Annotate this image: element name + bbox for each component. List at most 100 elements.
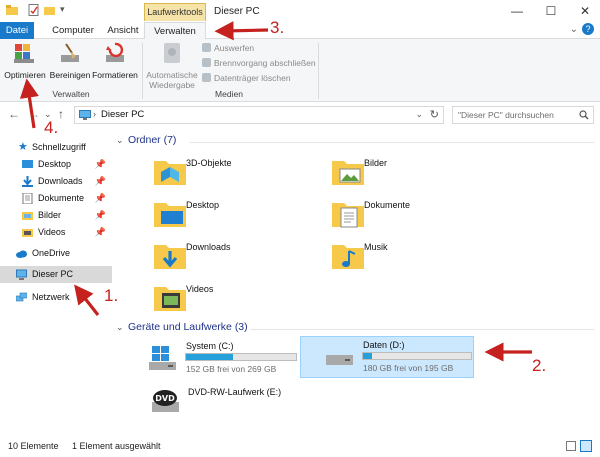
- computer-icon: [16, 269, 27, 280]
- tab-verwalten[interactable]: Verwalten: [144, 22, 206, 40]
- desktop-icon: [22, 160, 33, 168]
- formatieren-label: Formatieren: [92, 70, 138, 80]
- nav-item-netzwerk[interactable]: Netzwerk: [0, 289, 112, 306]
- nav-label: Dokumente: [38, 193, 85, 203]
- pin-icon[interactable]: 📌: [95, 207, 106, 224]
- nav-label: Desktop: [38, 159, 72, 169]
- nav-item-dokumente[interactable]: Dokumente 📌: [0, 190, 112, 207]
- nav-item-desktop[interactable]: Desktop 📌: [0, 156, 112, 173]
- cloud-icon: [16, 250, 27, 258]
- search-icon: [579, 110, 589, 120]
- help-icon[interactable]: ?: [582, 23, 594, 35]
- address-path: Dieser PC: [101, 109, 145, 120]
- auswerfen-label: Auswerfen: [214, 43, 255, 53]
- title-bar: ▾ Laufwerktools Dieser PC — ☐ ✕: [0, 0, 600, 22]
- autoplay-icon: [164, 43, 180, 63]
- folder-label: Desktop: [186, 200, 220, 210]
- brennvorgang-button[interactable]: Brennvorgang abschließen: [202, 57, 316, 70]
- address-dropdown-icon[interactable]: ⌄: [415, 109, 423, 120]
- auswerfen-button[interactable]: Auswerfen: [202, 42, 254, 55]
- star-icon: ★: [18, 141, 28, 153]
- properties-icon[interactable]: [28, 4, 40, 16]
- forward-icon[interactable]: →: [28, 107, 40, 121]
- desktop-folder-icon: [154, 203, 186, 227]
- folder-label: Videos: [186, 284, 214, 294]
- videos-folder-icon: [154, 287, 186, 311]
- nav-item-downloads[interactable]: Downloads 📌: [0, 173, 112, 190]
- nav-label: Videos: [38, 227, 66, 237]
- breadcrumb-chevron-icon[interactable]: ›: [93, 109, 96, 119]
- nav-item-onedrive[interactable]: OneDrive: [0, 245, 112, 262]
- tab-datei[interactable]: Datei: [0, 22, 34, 39]
- collapse-chevron-icon[interactable]: ⌄: [116, 322, 124, 333]
- autoplay-label-1: Automatische: [146, 70, 198, 80]
- folder-label: Downloads: [186, 242, 231, 252]
- ribbon-collapse-icon[interactable]: ⌄: [570, 24, 578, 35]
- drive-item[interactable]: DVD DVD-RW-Laufwerk (E:): [148, 384, 308, 424]
- burn-icon: [202, 58, 211, 67]
- downloads-folder-icon: [154, 245, 186, 269]
- window-title: Dieser PC: [214, 6, 260, 17]
- drive-free-space: 152 GB frei von 269 GB: [186, 364, 277, 374]
- nav-item-schnellzugriff[interactable]: ★ Schnellzugriff: [0, 139, 112, 156]
- folder-item[interactable]: Dokumente: [330, 195, 470, 235]
- collapse-chevron-icon[interactable]: ⌄: [116, 135, 124, 146]
- ribbon-separator: [318, 43, 319, 99]
- folder-item[interactable]: 3D-Objekte: [152, 153, 292, 193]
- folder-item[interactable]: Videos: [152, 279, 292, 319]
- context-tab-laufwerktools: Laufwerktools: [144, 3, 206, 21]
- close-button[interactable]: ✕: [570, 2, 600, 20]
- datentraeger-loeschen-button[interactable]: Datenträger löschen: [202, 72, 291, 85]
- section-divider: [250, 329, 594, 330]
- nav-item-dieser-pc[interactable]: Dieser PC: [0, 266, 112, 283]
- drive-usage-bar: [185, 353, 297, 361]
- new-folder-icon[interactable]: [44, 4, 56, 16]
- folder-item[interactable]: Downloads: [152, 237, 292, 277]
- music-folder-icon: [332, 245, 364, 269]
- format-drive-icon: [106, 42, 124, 62]
- tab-ansicht[interactable]: Ansicht: [102, 22, 144, 39]
- pin-icon[interactable]: 📌: [95, 224, 106, 241]
- search-input[interactable]: "Dieser PC" durchsuchen: [452, 106, 594, 124]
- address-field[interactable]: › Dieser PC ⌄ ↻: [74, 106, 444, 124]
- content-area: ⌄ Ordner (7) 3D-Objekte Bilder Desktop D…: [112, 128, 600, 436]
- nav-item-videos[interactable]: Videos 📌: [0, 224, 112, 241]
- autoplay-button[interactable]: Automatische Wiedergabe: [144, 41, 200, 90]
- section-header-laufwerke[interactable]: Geräte und Laufwerke (3): [128, 321, 248, 333]
- pin-icon[interactable]: 📌: [95, 190, 106, 207]
- drive-item[interactable]: System (C:) 152 GB frei von 269 GB: [148, 338, 298, 378]
- nav-item-bilder[interactable]: Bilder 📌: [0, 207, 112, 224]
- nav-label: Dieser PC: [32, 269, 74, 279]
- bereinigen-button[interactable]: Bereinigen: [48, 41, 92, 80]
- navigation-pane: ★ Schnellzugriff Desktop 📌 Downloads 📌 D…: [0, 128, 112, 436]
- maximize-button[interactable]: ☐: [536, 2, 566, 20]
- nav-label: OneDrive: [32, 248, 71, 258]
- folder-item[interactable]: Musik: [330, 237, 470, 277]
- up-icon[interactable]: ↑: [58, 107, 64, 121]
- back-icon[interactable]: ←: [8, 107, 20, 121]
- pin-icon[interactable]: 📌: [95, 156, 106, 173]
- tiles-view-icon[interactable]: [580, 440, 592, 452]
- details-view-icon[interactable]: [566, 441, 576, 451]
- section-header-ordner[interactable]: Ordner (7): [128, 134, 176, 146]
- folder-item[interactable]: Desktop: [152, 195, 292, 235]
- network-icon: [16, 292, 27, 302]
- folder-item[interactable]: Bilder: [330, 153, 470, 193]
- minimize-button[interactable]: —: [502, 2, 532, 20]
- drive-name: System (C:): [186, 341, 234, 351]
- status-item-count: 10 Elemente: [8, 441, 59, 451]
- drive-usage-fill: [363, 353, 372, 359]
- address-bar: ← → ⌄ ↑ › Dieser PC ⌄ ↻ "Dieser PC" durc…: [0, 103, 600, 127]
- pictures-icon: [22, 212, 33, 220]
- pin-icon[interactable]: 📌: [95, 173, 106, 190]
- nav-label: Downloads: [38, 176, 83, 186]
- tab-computer[interactable]: Computer: [40, 22, 106, 39]
- ribbon-tabs: Datei Computer Ansicht Verwalten ⌄ ?: [0, 22, 600, 40]
- refresh-icon[interactable]: ↻: [430, 108, 439, 121]
- quick-access-dropdown-icon[interactable]: ▾: [60, 4, 65, 15]
- formatieren-button[interactable]: Formatieren: [92, 41, 138, 80]
- optimieren-button[interactable]: Optimieren: [4, 41, 46, 80]
- erase-disc-icon: [202, 73, 211, 82]
- ribbon-separator: [142, 43, 143, 99]
- drive-item-selected[interactable]: Daten (D:) 180 GB frei von 195 GB: [300, 336, 474, 378]
